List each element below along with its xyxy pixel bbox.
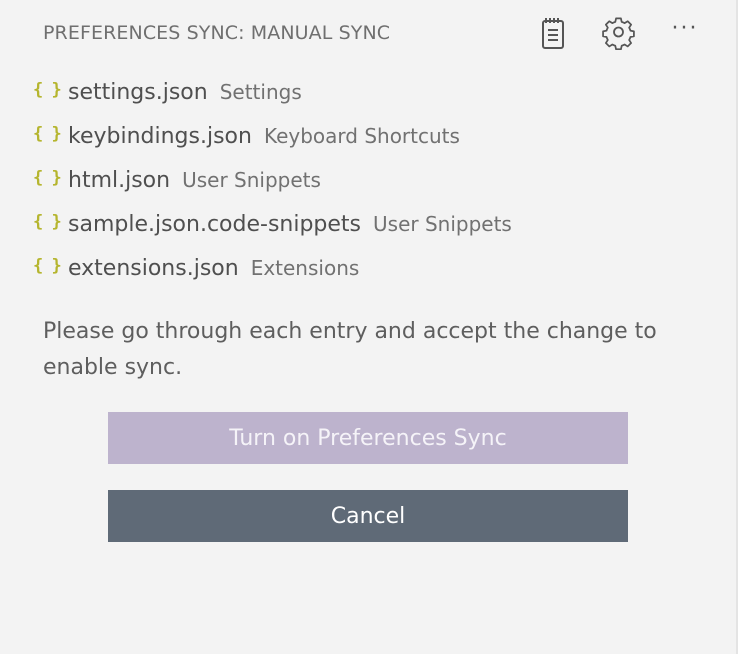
entry-name: html.json [68,167,171,193]
notes-icon-graphic [542,18,564,49]
entry-description: User Snippets [182,168,321,192]
entry-description: Keyboard Shortcuts [263,124,460,148]
json-icon: { } [33,123,62,144]
entry-sample-snippets[interactable]: { } sample.json.code-snippets User Snipp… [0,202,736,246]
more-glyph: ··· [671,15,699,41]
cancel-button[interactable]: Cancel [108,490,628,542]
entry-name: sample.json.code-snippets [68,211,362,237]
json-icon: { } [33,167,62,188]
sync-instructions: Please go through each entry and accept … [43,319,657,380]
notes-icon[interactable] [534,14,572,52]
entry-description: User Snippets [373,212,512,236]
gear-icon-graphic [602,17,635,50]
more-icon[interactable]: ··· [666,14,704,52]
panel-header: PREFERENCES SYNC: MANUAL SYNC ··· [0,0,736,70]
entry-settings[interactable]: { } settings.json Settings [0,70,736,114]
entry-keybindings[interactable]: { } keybindings.json Keyboard Shortcuts [0,114,736,158]
json-icon: { } [33,211,62,232]
entry-description: Extensions [250,256,360,280]
entry-name: keybindings.json [68,123,252,149]
entry-name: settings.json [68,79,208,105]
panel-title: PREFERENCES SYNC: MANUAL SYNC [43,22,391,44]
entry-name: extensions.json [68,255,239,281]
manual-sync-panel: PREFERENCES SYNC: MANUAL SYNC ··· {} se… [0,0,738,654]
entry-extensions[interactable]: { } extensions.json Extensions [0,246,736,290]
sync-entry-list: { } settings.json Settings { } keybindin… [0,70,736,290]
entry-description: Settings [219,80,302,104]
gear-icon[interactable] [600,14,638,52]
header-actions: ··· [534,14,704,52]
json-icon: { } [33,79,62,100]
json-icon: { } [33,255,62,276]
entry-html-snippets[interactable]: { } html.json User Snippets [0,158,736,202]
turn-on-sync-button[interactable]: Turn on Preferences Sync [108,412,628,464]
